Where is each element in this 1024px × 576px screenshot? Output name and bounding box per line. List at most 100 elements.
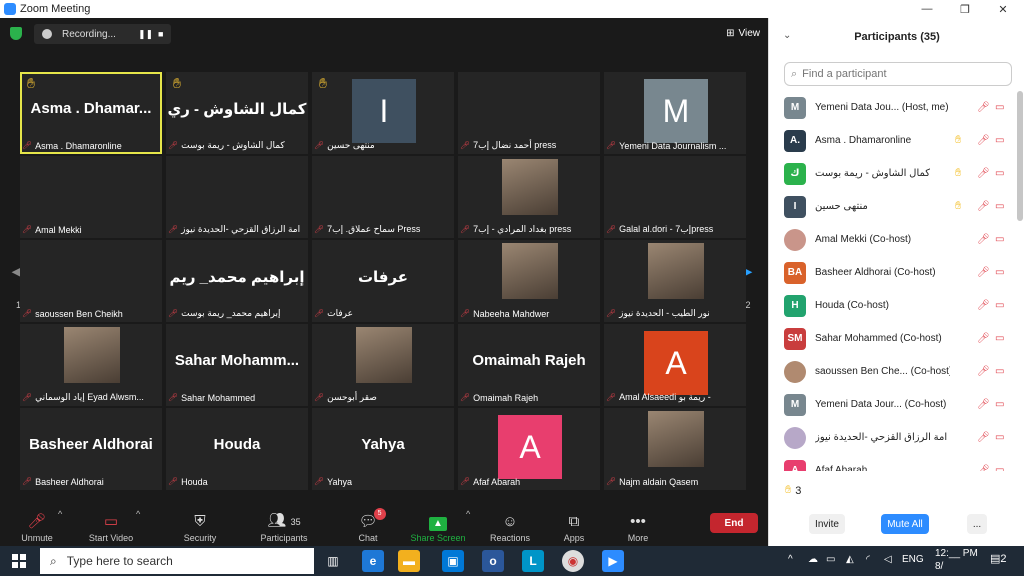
video-tile[interactable]: A 🎤︎ Amal Alsaeedi ريمة بو - (604, 324, 746, 406)
video-tile[interactable]: 🎤︎ صقر أبوحسن (312, 324, 454, 406)
participants-button[interactable]: 👥︎ 35 Participants (250, 503, 318, 543)
video-tile[interactable]: ✋︎ كمال الشاوش - ري 🎤︎ كمال الشاوش - ريمة ب… (166, 72, 308, 154)
video-off-icon[interactable]: ▭ (995, 135, 1004, 146)
reactions-button[interactable]: ☺ Reactions (476, 503, 544, 543)
video-tile[interactable]: عرفات 🎤︎ عرفات (312, 240, 454, 322)
video-tile[interactable]: Houda 🎤︎ Houda (166, 408, 308, 490)
video-tile[interactable]: ✋︎ I 🎤︎ منتهى حسين (312, 72, 454, 154)
audio-options-chevron-icon[interactable]: ^ (58, 509, 62, 519)
muted-microphone-icon[interactable]: 🎤︎ (977, 399, 990, 410)
video-tile[interactable]: 🎤︎ saoussen Ben Cheikh (20, 240, 162, 322)
video-tile[interactable]: Basheer Aldhorai 🎤︎ Basheer Aldhorai (20, 408, 162, 490)
participant-row[interactable]: SM Sahar Mohammed (Co-host) 🎤︎ ▭ (769, 322, 1017, 355)
more-button[interactable]: ••• More (604, 503, 672, 543)
video-tile[interactable]: Omaimah Rajeh 🎤︎ Omaimah Rajeh (458, 324, 600, 406)
end-meeting-button[interactable]: End (710, 513, 758, 533)
video-tile[interactable]: إبراهيم محمد_ ريم 🎤︎ إبراهيم محمد_ ريمة بو… (166, 240, 308, 322)
participant-row[interactable]: M Yemeni Data Jour... (Co-host) 🎤︎ ▭ (769, 388, 1017, 421)
muted-microphone-icon[interactable]: 🎤︎ (977, 168, 990, 179)
video-off-icon[interactable]: ▭ (995, 366, 1004, 377)
wifi-icon[interactable]: ◜ (866, 554, 870, 565)
video-tile[interactable]: ✋︎ Asma . Dhamar... 🎤︎ Asma . Dhamaronline (20, 72, 162, 154)
video-tile[interactable]: 🎤︎ سماح عملاق. إب7 Press (312, 156, 454, 238)
video-off-icon[interactable]: ▭ (995, 300, 1004, 311)
muted-microphone-icon[interactable]: 🎤︎ (977, 432, 990, 443)
video-off-icon[interactable]: ▭ (995, 432, 1004, 443)
video-off-icon[interactable]: ▭ (995, 234, 1004, 245)
video-off-icon[interactable]: ▭ (995, 465, 1004, 471)
video-tile[interactable]: 🎤︎ بغداد المرادي - إب7 press (458, 156, 600, 238)
edge-browser-icon[interactable]: e (362, 550, 384, 572)
pause-recording-button[interactable]: ❚❚ (138, 29, 153, 40)
video-tile[interactable]: Sahar Mohamm... 🎤︎ Sahar Mohammed (166, 324, 308, 406)
invite-button[interactable]: Invite (809, 514, 845, 534)
file-explorer-icon[interactable]: ▬ (398, 550, 420, 572)
participant-row[interactable]: H Houda (Co-host) 🎤︎ ▭ (769, 289, 1017, 322)
clock-time[interactable]: 12:__ PM (935, 548, 978, 559)
input-language[interactable]: ENG (902, 554, 924, 565)
participant-list-scrollbar[interactable] (1017, 91, 1023, 221)
muted-microphone-icon[interactable]: 🎤︎ (977, 135, 990, 146)
notification-center-icon[interactable]: ▤2 (990, 552, 1007, 565)
battery-icon[interactable]: ▭ (826, 554, 835, 565)
view-button[interactable]: ⊞ View (726, 24, 760, 42)
volume-icon[interactable]: ◁ (884, 554, 892, 565)
clock-date[interactable]: 8/ (935, 561, 943, 572)
outlook-icon[interactable]: o (482, 550, 504, 572)
task-view-icon[interactable]: ▥ (322, 550, 344, 572)
chrome-icon[interactable]: ◉ (562, 550, 584, 572)
share-screen-button[interactable]: ▲ Share Screen (404, 503, 472, 543)
mute-all-button[interactable]: Mute All (881, 514, 929, 534)
video-tile[interactable]: 🎤︎ نور الطيب - الحديدة نيوز (604, 240, 746, 322)
participant-row[interactable]: Amal Mekki (Co-host) 🎤︎ ▭ (769, 223, 1017, 256)
network-icon[interactable]: ◭ (846, 554, 854, 565)
stop-recording-button[interactable]: ■ (158, 29, 163, 39)
video-tile[interactable]: M 🎤︎ Yemeni Data Journalism ... (604, 72, 746, 154)
muted-microphone-icon[interactable]: 🎤︎ (977, 366, 990, 377)
video-off-icon[interactable]: ▭ (995, 267, 1004, 278)
participant-row[interactable]: A. Asma . Dhamaronline ✋︎ 🎤︎ ▭ (769, 124, 1017, 157)
security-button[interactable]: ⛨ Security (166, 503, 234, 543)
participant-row[interactable]: M Yemeni Data Jou... (Host, me) 🎤︎ ▭ (769, 91, 1017, 124)
apps-button[interactable]: ⧉ Apps (540, 503, 608, 543)
restore-button[interactable]: ❐ (946, 0, 984, 18)
video-off-icon[interactable]: ▭ (995, 201, 1004, 212)
video-tile[interactable]: 🎤︎ إياد الوسماني Eyad Alwsm... (20, 324, 162, 406)
participant-row[interactable]: BA Basheer Aldhorai (Co-host) 🎤︎ ▭ (769, 256, 1017, 289)
taskbar-search-box[interactable]: ⌕ Type here to search (40, 548, 314, 574)
video-tile[interactable]: 🎤︎ Amal Mekki (20, 156, 162, 238)
muted-microphone-icon[interactable]: 🎤︎ (977, 201, 990, 212)
encryption-shield-icon[interactable] (10, 27, 22, 40)
video-tile[interactable]: 🎤︎ أحمد نضال إب7 press (458, 72, 600, 154)
muted-microphone-icon[interactable]: 🎤︎ (977, 300, 990, 311)
windows-start-icon[interactable] (12, 554, 26, 568)
lync-icon[interactable]: L (522, 550, 544, 572)
tray-chevron-icon[interactable]: ^ (788, 554, 793, 565)
minimize-button[interactable]: — (908, 0, 946, 18)
muted-microphone-icon[interactable]: 🎤︎ (977, 102, 990, 113)
muted-microphone-icon[interactable]: 🎤︎ (977, 234, 990, 245)
video-tile[interactable]: 🎤︎ Galal al.dori - إب7press (604, 156, 746, 238)
participant-row[interactable]: امة الرزاق القزحي -الحديدة نيوز 🎤︎ ▭ (769, 421, 1017, 454)
video-tile[interactable]: 🎤︎ Nabeeha Mahdwer (458, 240, 600, 322)
video-tile[interactable]: Yahya 🎤︎ Yahya (312, 408, 454, 490)
participant-row[interactable]: ك كمال الشاوش - ريمة بوست ✋︎ 🎤︎ ▭ (769, 157, 1017, 190)
store-icon[interactable]: ▣ (442, 550, 464, 572)
start-video-button[interactable]: ▭ Start Video (77, 503, 145, 543)
more-options-button[interactable]: ... (967, 514, 987, 534)
video-options-chevron-icon[interactable]: ^ (136, 509, 140, 519)
muted-microphone-icon[interactable]: 🎤︎ (977, 333, 990, 344)
video-tile[interactable]: A 🎤︎ Afaf Abarah (458, 408, 600, 490)
participant-search-box[interactable]: ⌕ (784, 62, 1012, 86)
muted-microphone-icon[interactable]: 🎤︎ (977, 465, 990, 471)
participant-row[interactable]: I منتهى حسين ✋︎ 🎤︎ ▭ (769, 190, 1017, 223)
chat-button[interactable]: 💬︎ 5 Chat (334, 503, 402, 543)
muted-microphone-icon[interactable]: 🎤︎ (977, 267, 990, 278)
onedrive-icon[interactable]: ☁ (808, 554, 818, 565)
participant-row[interactable]: A Afaf Abarah 🎤︎ ▭ (769, 454, 1017, 471)
video-tile[interactable]: 🎤︎ Najm aldain Qasem (604, 408, 746, 490)
video-off-icon[interactable]: ▭ (995, 102, 1004, 113)
video-off-icon[interactable]: ▭ (995, 399, 1004, 410)
share-options-chevron-icon[interactable]: ^ (466, 509, 470, 519)
zoom-taskbar-icon[interactable]: ▶ (602, 550, 624, 572)
